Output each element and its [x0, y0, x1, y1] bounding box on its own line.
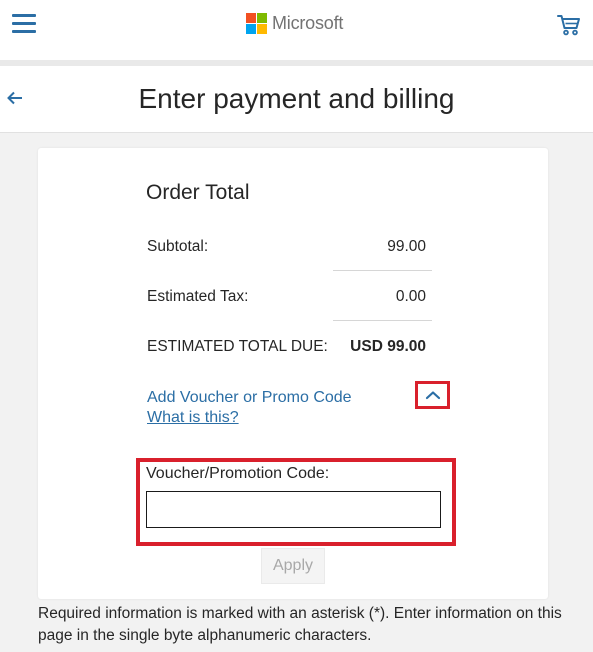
tax-label: Estimated Tax: [147, 288, 249, 305]
subtotal-value: 99.00 [387, 238, 426, 255]
hamburger-menu-icon[interactable] [12, 14, 36, 36]
total-due-value: USD 99.00 [350, 338, 426, 355]
subtotal-label: Subtotal: [147, 238, 209, 255]
divider [333, 320, 432, 321]
voucher-field-label: Voucher/Promotion Code: [146, 465, 330, 482]
tax-value: 0.00 [395, 288, 426, 305]
voucher-code-input[interactable] [146, 491, 441, 528]
order-total-heading: Order Total [146, 181, 250, 204]
brand-name: Microsoft [272, 13, 344, 33]
apply-button[interactable]: Apply [261, 548, 325, 584]
voucher-toggle-button[interactable] [415, 381, 450, 409]
microsoft-logo[interactable]: Microsoft [246, 13, 343, 34]
divider [333, 270, 432, 271]
required-info-note: Required information is marked with an a… [38, 605, 562, 644]
total-due-label: ESTIMATED TOTAL DUE: [147, 338, 328, 355]
title-bar: Enter payment and billing [0, 66, 593, 133]
shopping-cart-icon[interactable] [557, 14, 581, 36]
chevron-up-icon [425, 391, 440, 400]
what-is-this-link[interactable]: What is this? [147, 409, 239, 427]
page-title: Enter payment and billing [138, 83, 455, 114]
microsoft-logo-icon [246, 13, 267, 34]
top-bar: Microsoft [0, 0, 593, 60]
add-voucher-link[interactable]: Add Voucher or Promo Code [147, 389, 352, 407]
